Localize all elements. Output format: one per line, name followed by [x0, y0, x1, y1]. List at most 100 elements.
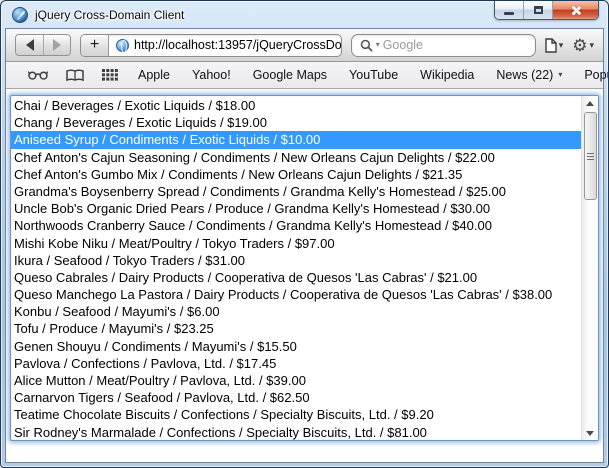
list-item-text: Aniseed Syrup / Condiments / Exotic Liqu…: [14, 132, 320, 147]
address-bar[interactable]: http://localhost:13957/jQueryCrossDomain…: [109, 35, 341, 56]
list-item-text: Pavlova / Confections / Pavlova, Ltd. / …: [14, 356, 276, 371]
close-button[interactable]: [553, 1, 598, 19]
list-item-text: Ikura / Seafood / Tokyo Traders / $31.00: [14, 253, 245, 268]
list-item[interactable]: Sir Rodney's Marmalade / Confections / S…: [11, 424, 581, 440]
search-icon: [360, 39, 373, 52]
bookmark-label: Apple: [138, 68, 170, 82]
gear-icon: ⚙: [572, 37, 587, 54]
minimize-icon: [504, 12, 514, 15]
list-item[interactable]: Grandma's Boysenberry Spread / Condiment…: [11, 183, 581, 200]
plus-icon: +: [90, 36, 99, 54]
bookmark-item[interactable]: Wikipedia: [409, 68, 485, 82]
new-tab-button[interactable]: +: [81, 35, 109, 56]
list-item-text: Genen Shouyu / Condiments / Mayumi's / $…: [14, 339, 297, 354]
search-placeholder: Google: [383, 38, 423, 52]
list-item-text: Carnarvon Tigers / Seafood / Pavlova, Lt…: [14, 390, 310, 405]
bookmark-label: Yahoo!: [192, 68, 231, 82]
maximize-icon: [534, 6, 543, 14]
list-item[interactable]: Alice Mutton / Meat/Poultry / Pavlova, L…: [11, 372, 581, 389]
bookmark-label: Google Maps: [253, 68, 327, 82]
list-item-text: Teatime Chocolate Biscuits / Confections…: [14, 407, 434, 422]
list-item-text: Tofu / Produce / Mayumi's / $23.25: [14, 321, 214, 336]
list-item-text: Chef Anton's Gumbo Mix / Condiments / Ne…: [14, 167, 462, 182]
list-item[interactable]: Tofu / Produce / Mayumi's / $23.25: [11, 320, 581, 337]
bookmark-item[interactable]: Yahoo!: [181, 68, 242, 82]
list-item[interactable]: Konbu / Seafood / Mayumi's / $6.00: [11, 303, 581, 320]
product-list: Chai / Beverages / Exotic Liquids / $18.…: [11, 96, 581, 440]
page-content: Chai / Beverages / Exotic Liquids / $18.…: [6, 89, 603, 462]
bookmark-label: Popular: [584, 68, 609, 82]
list-item[interactable]: Uncle Bob's Organic Dried Pears / Produc…: [11, 200, 581, 217]
reader-glasses-icon[interactable]: [19, 70, 57, 80]
minimize-button[interactable]: [495, 1, 524, 19]
list-item-text: Konbu / Seafood / Mayumi's / $6.00: [14, 304, 220, 319]
close-icon: [570, 5, 581, 16]
bookmark-item[interactable]: Apple: [127, 68, 181, 82]
list-item-text: Sir Rodney's Marmalade / Confections / S…: [14, 425, 427, 440]
list-item[interactable]: Mishi Kobe Niku / Meat/Poultry / Tokyo T…: [11, 235, 581, 252]
window-title: jQuery Cross-Domain Client: [35, 8, 184, 22]
browser-toolbar: + http://localhost:13957/jQueryCrossDoma…: [6, 29, 603, 62]
bookmark-item[interactable]: News (22) ▾: [485, 68, 573, 82]
bookmark-item[interactable]: Popular ▾: [573, 68, 609, 82]
vertical-scrollbar[interactable]: [581, 96, 598, 440]
safari-compass-icon: [12, 7, 28, 23]
list-item[interactable]: Chef Anton's Gumbo Mix / Condiments / Ne…: [11, 166, 581, 183]
bookmark-item[interactable]: YouTube: [338, 68, 409, 82]
forward-button[interactable]: [43, 35, 70, 55]
settings-menu-button[interactable]: ⚙ ▾: [572, 37, 594, 54]
list-item[interactable]: Queso Manchego La Pastora / Dairy Produc…: [11, 286, 581, 303]
list-item-text: Alice Mutton / Meat/Poultry / Pavlova, L…: [14, 373, 306, 388]
bookmark-label: Wikipedia: [420, 68, 474, 82]
browser-window: jQuery Cross-Domain Client: [0, 0, 609, 468]
maximize-button[interactable]: [524, 1, 553, 19]
url-text: http://localhost:13957/jQueryCrossDomain: [134, 38, 341, 52]
list-item[interactable]: Queso Cabrales / Dairy Products / Cooper…: [11, 269, 581, 286]
list-item[interactable]: Chef Anton's Cajun Seasoning / Condiment…: [11, 149, 581, 166]
list-item-text: Grandma's Boysenberry Spread / Condiment…: [14, 184, 506, 199]
nav-buttons: [15, 34, 71, 56]
bookmarks-bar: Apple Yahoo! Google Maps YouTube: [6, 62, 603, 89]
page-icon: [545, 38, 557, 53]
scroll-down-button[interactable]: [582, 426, 598, 440]
client-area: + http://localhost:13957/jQueryCrossDoma…: [5, 28, 604, 463]
scroll-up-button[interactable]: [582, 96, 598, 110]
list-item[interactable]: Genen Shouyu / Condiments / Mayumi's / $…: [11, 338, 581, 355]
list-item[interactable]: Pavlova / Confections / Pavlova, Ltd. / …: [11, 355, 581, 372]
list-item-text: Chef Anton's Cajun Seasoning / Condiment…: [14, 150, 495, 165]
page-menu-button[interactable]: ▾: [545, 38, 564, 53]
list-item-text: Queso Manchego La Pastora / Dairy Produc…: [14, 287, 552, 302]
forward-arrow-icon: [53, 39, 61, 51]
chevron-down-icon: ▾: [559, 41, 564, 50]
list-item[interactable]: Chai / Beverages / Exotic Liquids / $18.…: [11, 97, 581, 114]
products-listbox[interactable]: Chai / Beverages / Exotic Liquids / $18.…: [10, 95, 599, 441]
list-item[interactable]: Teatime Chocolate Biscuits / Confections…: [11, 406, 581, 423]
bookmark-item[interactable]: Google Maps: [242, 68, 338, 82]
chevron-down-icon: ▾: [558, 71, 562, 79]
bookmark-label: YouTube: [349, 68, 398, 82]
bookmark-list: Apple Yahoo! Google Maps YouTube: [127, 68, 609, 82]
top-sites-grid-icon[interactable]: [93, 69, 127, 81]
list-item[interactable]: Northwoods Cranberry Sauce / Condiments …: [11, 217, 581, 234]
list-item[interactable]: Aniseed Syrup / Condiments / Exotic Liqu…: [11, 131, 581, 148]
globe-icon: [116, 39, 129, 52]
thumb-grip-icon: [587, 153, 594, 160]
list-item[interactable]: Chang / Beverages / Exotic Liquids / $19…: [11, 114, 581, 131]
bookmark-label: News (22): [496, 68, 553, 82]
search-input[interactable]: ▾ Google: [351, 34, 536, 57]
window-controls: [494, 1, 599, 20]
address-bar-group: + http://localhost:13957/jQueryCrossDoma…: [80, 34, 342, 57]
list-item[interactable]: Carnarvon Tigers / Seafood / Pavlova, Lt…: [11, 389, 581, 406]
arrow-down-icon: [586, 431, 594, 436]
bookmarks-book-icon[interactable]: [57, 69, 93, 82]
list-item-text: Mishi Kobe Niku / Meat/Poultry / Tokyo T…: [14, 236, 335, 251]
scrollbar-thumb[interactable]: [584, 112, 597, 200]
list-item-text: Queso Cabrales / Dairy Products / Cooper…: [14, 270, 477, 285]
list-item-text: Chang / Beverages / Exotic Liquids / $19…: [14, 115, 267, 130]
list-item[interactable]: Ikura / Seafood / Tokyo Traders / $31.00: [11, 252, 581, 269]
list-item-text: Uncle Bob's Organic Dried Pears / Produc…: [14, 201, 490, 216]
back-button[interactable]: [16, 35, 43, 55]
arrow-up-icon: [586, 101, 594, 106]
search-options-chevron-icon[interactable]: ▾: [376, 41, 380, 49]
list-item-text: Northwoods Cranberry Sauce / Condiments …: [14, 218, 492, 233]
